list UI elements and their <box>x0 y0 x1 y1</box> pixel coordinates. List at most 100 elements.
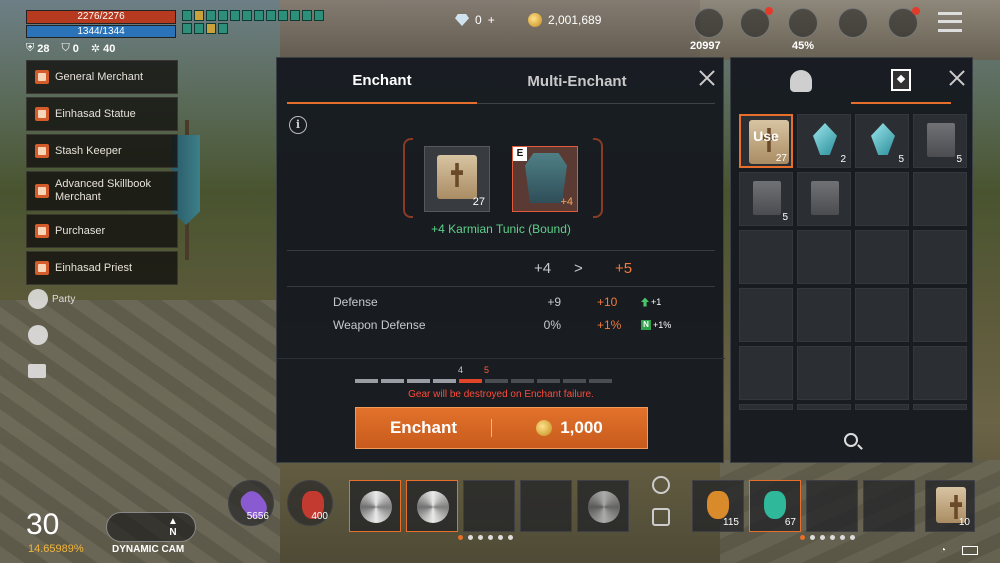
inventory-slot[interactable] <box>739 346 793 400</box>
settings-icon[interactable] <box>652 476 670 494</box>
inventory-slot[interactable] <box>739 230 793 284</box>
npc-item-einhasad-priest[interactable]: Einhasad Priest <box>26 251 178 285</box>
feather-icon[interactable] <box>694 8 724 38</box>
feather-count: 20997 <box>690 40 721 52</box>
zoom-icon[interactable] <box>844 433 858 447</box>
progress-to: 5 <box>484 365 490 375</box>
skill-slot[interactable] <box>463 480 515 532</box>
page-dots[interactable] <box>800 535 855 540</box>
divider <box>287 250 715 251</box>
progress-segment <box>589 379 612 383</box>
adena-coin-icon <box>528 13 542 27</box>
buff-icon <box>254 10 264 21</box>
npc-item-einhasad-statue[interactable]: Einhasad Statue <box>26 97 178 131</box>
inventory-slot[interactable] <box>913 404 967 410</box>
inventory-slot[interactable] <box>797 346 851 400</box>
info-icon[interactable]: i <box>289 116 307 134</box>
progress-segment <box>407 379 430 383</box>
inventory-slot[interactable]: Use 27 <box>739 114 793 168</box>
inventory-slot[interactable] <box>855 172 909 226</box>
npc-item-stash-keeper[interactable]: Stash Keeper <box>26 134 178 168</box>
quick-slot[interactable] <box>806 480 858 532</box>
side-menu: Party <box>28 288 88 396</box>
scroll-tab-icon <box>891 69 911 91</box>
quick-slot[interactable]: 400 <box>287 480 333 526</box>
up-arrow-icon <box>641 297 649 307</box>
inventory-slot[interactable] <box>797 288 851 342</box>
camera-label: DYNAMIC CAM <box>112 544 185 555</box>
level-from: +4 <box>534 260 552 277</box>
inventory-panel: Use 27 2 5 5 5 <box>730 57 973 463</box>
progress-segment <box>381 379 404 383</box>
page-dots[interactable] <box>458 535 513 540</box>
inventory-slot[interactable] <box>797 172 851 226</box>
gear-slot[interactable]: E +4 <box>512 146 578 212</box>
scroll-slot[interactable]: 27 <box>424 146 490 212</box>
stat-current: 0% <box>543 318 561 332</box>
quick-slot[interactable] <box>863 480 915 532</box>
quick-slot[interactable]: 5656 <box>228 480 274 526</box>
quick-slot[interactable]: 10 <box>925 480 975 532</box>
inventory-slot[interactable] <box>855 288 909 342</box>
inventory-slot[interactable] <box>855 404 909 410</box>
green-potion-icon <box>764 491 786 519</box>
inventory-grid: Use 27 2 5 5 5 <box>739 114 967 458</box>
enchant-button[interactable]: Enchant 1,000 <box>355 407 648 449</box>
inventory-slot[interactable] <box>913 288 967 342</box>
progress-segment <box>433 379 456 383</box>
inventory-slot[interactable] <box>855 230 909 284</box>
buff-icon <box>290 10 300 21</box>
skill-slot[interactable] <box>349 480 401 532</box>
stat-new: +1% <box>597 318 622 332</box>
statue-icon <box>35 107 49 121</box>
inventory-slot[interactable] <box>739 288 793 342</box>
adena-counter: 2,001,689 <box>528 13 601 27</box>
chat-button[interactable] <box>28 360 88 382</box>
inventory-slot[interactable]: 5 <box>739 172 793 226</box>
lightning-icon <box>28 325 48 345</box>
scroll-count: 27 <box>472 196 485 208</box>
npc-item-general-merchant[interactable]: General Merchant <box>26 60 178 94</box>
auto-button[interactable] <box>28 324 88 346</box>
add-icon[interactable]: + <box>488 13 495 27</box>
close-icon[interactable] <box>699 70 715 86</box>
camera-toggle[interactable] <box>106 512 196 542</box>
progress-segment <box>511 379 534 383</box>
gear-enchant-level: +4 <box>560 196 573 208</box>
skill-slot[interactable] <box>520 480 572 532</box>
tab-enchant[interactable]: Enchant <box>287 58 477 104</box>
quick-slot[interactable]: 67 <box>749 480 801 532</box>
inventory-slot[interactable] <box>797 230 851 284</box>
inventory-slot[interactable] <box>913 230 967 284</box>
inventory-slot[interactable] <box>797 404 851 410</box>
inventory-slot[interactable] <box>739 404 793 410</box>
buff-icons[interactable] <box>182 10 332 34</box>
enchant-button-label: Enchant <box>389 418 458 437</box>
dark-scroll-icon <box>753 181 781 215</box>
inventory-slot[interactable]: 5 <box>913 114 967 168</box>
inventory-slot[interactable] <box>913 346 967 400</box>
inventory-slot[interactable]: 5 <box>855 114 909 168</box>
inventory-slot[interactable]: 2 <box>797 114 851 168</box>
weight-icon[interactable] <box>788 8 818 38</box>
buff-icon <box>266 10 276 21</box>
quick-slot[interactable]: 115 <box>692 480 744 532</box>
lock-icon[interactable] <box>652 508 670 526</box>
skill-slot[interactable] <box>406 480 458 532</box>
notification-dot <box>765 7 773 15</box>
menu-icon[interactable] <box>938 12 962 32</box>
npc-item-skillbook-merchant[interactable]: Advanced Skillbook Merchant <box>26 171 178 211</box>
buff-icon <box>314 10 324 21</box>
codex-icon[interactable] <box>838 8 868 38</box>
progress-segment <box>355 379 378 383</box>
inventory-slot[interactable] <box>913 172 967 226</box>
compass[interactable]: ▲ N <box>168 516 178 538</box>
tab-consumables[interactable] <box>851 58 951 104</box>
npc-item-purchaser[interactable]: Purchaser <box>26 214 178 248</box>
tab-equipment[interactable] <box>751 58 851 104</box>
party-button[interactable]: Party <box>28 288 88 310</box>
close-icon[interactable] <box>949 70 965 86</box>
tab-multi-enchant[interactable]: Multi-Enchant <box>477 58 677 104</box>
skill-slot[interactable] <box>577 480 629 532</box>
inventory-slot[interactable] <box>855 346 909 400</box>
